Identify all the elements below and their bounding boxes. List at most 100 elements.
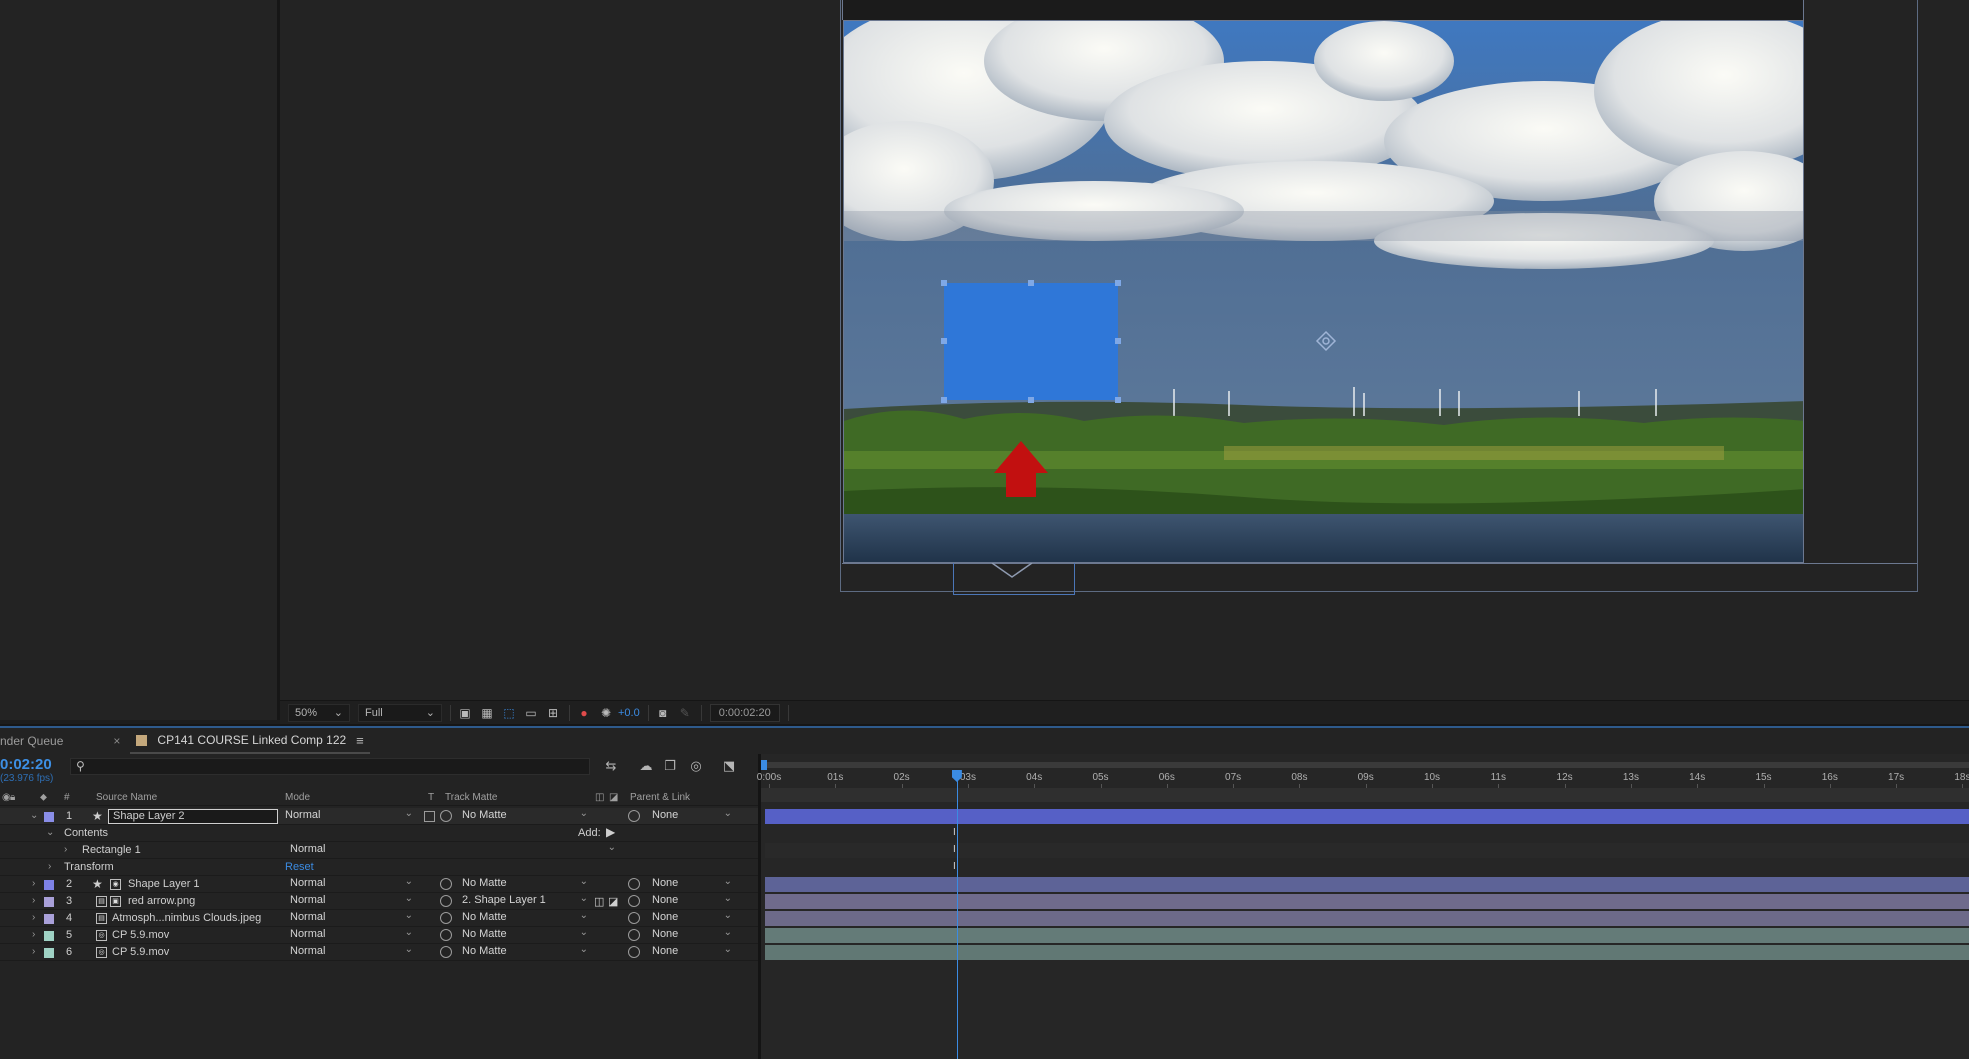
expand-chevron-icon[interactable]: ›: [32, 912, 35, 923]
parent-dropdown[interactable]: None ⌄: [652, 876, 734, 891]
column-track-matte[interactable]: Track Matte: [445, 792, 497, 803]
column-t[interactable]: T: [428, 792, 434, 803]
column-mode[interactable]: Mode: [285, 792, 310, 803]
layer-name[interactable]: Shape Layer 1: [128, 878, 200, 890]
track-matte-dropdown[interactable]: No Matte ⌄: [462, 944, 590, 959]
matte-pickwhip-icon[interactable]: [440, 810, 452, 822]
blue-rectangle-shape[interactable]: [944, 283, 1118, 400]
viewer-timecode[interactable]: 0:00:02:20: [709, 703, 780, 722]
expand-chevron-icon[interactable]: ›: [32, 929, 35, 940]
label-tag-icon[interactable]: ⬥: [40, 792, 47, 803]
tab-comp[interactable]: CP141 COURSE Linked Comp 122 ≡: [130, 728, 370, 754]
resolution-select[interactable]: Full ⌄: [358, 703, 442, 722]
track-matte-dropdown[interactable]: No Matte ⌄: [462, 910, 590, 925]
layer-bar-5[interactable]: [765, 928, 1969, 943]
grid-guides-icon[interactable]: ▭: [523, 705, 539, 721]
layer-bar-2[interactable]: [765, 877, 1969, 892]
parent-dropdown[interactable]: None ⌄: [652, 808, 734, 823]
zoom-select[interactable]: 50% ⌄: [288, 703, 350, 722]
track-matte-dropdown[interactable]: No Matte ⌄: [462, 876, 590, 891]
region-of-interest-icon[interactable]: ▣: [457, 705, 473, 721]
parent-pickwhip-icon[interactable]: [628, 895, 640, 907]
parent-pickwhip-icon[interactable]: [628, 878, 640, 890]
close-icon[interactable]: ×: [113, 734, 120, 748]
parent-dropdown[interactable]: None ⌄: [652, 910, 734, 925]
label-color[interactable]: [44, 897, 54, 907]
time-ruler[interactable]: 0:00s 01s 02s 03s 04s 05s 06s 07s 08s 09s 10s 11s 12…: [757, 768, 1969, 789]
matte-alpha-icon[interactable]: ◫: [594, 895, 604, 908]
label-color[interactable]: [44, 948, 54, 958]
rect-blend-mode-dropdown[interactable]: Normal ⌄: [290, 842, 618, 857]
expand-chevron-icon[interactable]: ›: [64, 844, 67, 855]
column-hash[interactable]: #: [64, 792, 70, 803]
mode-dropdown[interactable]: Normal ⌄: [290, 944, 415, 959]
mask-visibility-icon[interactable]: ⬚: [501, 705, 517, 721]
transparency-grid-icon[interactable]: ▦: [479, 705, 495, 721]
draft-3d-icon[interactable]: ☁: [637, 758, 655, 774]
matte-pickwhip-icon[interactable]: [440, 946, 452, 958]
layer-bar-6[interactable]: [765, 945, 1969, 960]
label-color[interactable]: [44, 880, 54, 890]
frame-blending-icon[interactable]: ◎: [687, 758, 705, 774]
layer-name-input[interactable]: Shape Layer 2: [108, 809, 278, 824]
layer-row-6[interactable]: › 6 ◎ CP 5.9.mov Normal ⌄ No Matte ⌄ None ⌄: [0, 944, 758, 961]
layer-row-1[interactable]: ⌄ 1 ★ Shape Layer 2 Normal ⌄ No Matte ⌄ No…: [0, 808, 758, 825]
time-graph[interactable]: 0:00s 01s 02s 03s 04s 05s 06s 07s 08s 09s 10s 11s 12…: [757, 754, 1969, 1059]
parent-pickwhip-icon[interactable]: [628, 929, 640, 941]
layer-name[interactable]: CP 5.9.mov: [112, 946, 169, 958]
current-time-display[interactable]: 0:02:20: [0, 756, 52, 773]
matte-pickwhip-icon[interactable]: [440, 912, 452, 924]
layer-search-input[interactable]: [70, 758, 590, 775]
snapshot-camera-icon[interactable]: ◙: [655, 705, 671, 721]
layer-name[interactable]: CP 5.9.mov: [112, 929, 169, 941]
label-color[interactable]: [44, 812, 54, 822]
layer-bar-1[interactable]: [765, 809, 1969, 824]
label-color[interactable]: [44, 914, 54, 924]
shy-layers-icon[interactable]: ❐: [661, 758, 679, 774]
mode-dropdown[interactable]: Normal ⌄: [285, 808, 415, 823]
transform-group-row[interactable]: › Transform Reset: [0, 859, 758, 876]
layer-row-2[interactable]: › 2 ★ ◉ Shape Layer 1 Normal ⌄ No Matte ⌄ …: [0, 876, 758, 893]
matte-pickwhip-icon[interactable]: [440, 895, 452, 907]
track-matte-dropdown[interactable]: 2. Shape Layer 1 ⌄: [462, 893, 590, 908]
column-parent-link[interactable]: Parent & Link: [630, 792, 690, 803]
layer-bar-4[interactable]: [765, 911, 1969, 926]
expand-chevron-icon[interactable]: ›: [48, 861, 51, 872]
graph-editor-icon[interactable]: ⬔: [720, 758, 738, 774]
color-management-icon[interactable]: ✺: [598, 705, 614, 721]
layer-bar-3[interactable]: [765, 894, 1969, 909]
column-source-name[interactable]: Source Name: [96, 792, 157, 803]
show-snapshot-icon[interactable]: ✎: [677, 705, 693, 721]
matte-invert-icon[interactable]: ◪: [608, 895, 618, 908]
exposure-value[interactable]: +0.0: [618, 707, 640, 719]
layer-row-3[interactable]: › 3 ▤ ▣ red arrow.png Normal ⌄ 2. Shape L…: [0, 893, 758, 910]
rectangle-group-row[interactable]: › Rectangle 1 Normal ⌄: [0, 842, 758, 859]
matte-pickwhip-icon[interactable]: [440, 929, 452, 941]
expand-chevron-icon[interactable]: ›: [32, 878, 35, 889]
parent-dropdown[interactable]: None ⌄: [652, 893, 734, 908]
3d-view-icon[interactable]: ⊞: [545, 705, 561, 721]
layer-row-4[interactable]: › 4 ▤ Atmosph...nimbus Clouds.jpeg Norma…: [0, 910, 758, 927]
mode-dropdown[interactable]: Normal ⌄: [290, 910, 415, 925]
preserve-transparency-checkbox[interactable]: [424, 811, 435, 822]
mode-dropdown[interactable]: Normal ⌄: [290, 876, 415, 891]
panel-menu-icon[interactable]: ≡: [356, 733, 364, 748]
reset-link[interactable]: Reset: [285, 861, 314, 873]
timeline-handle[interactable]: [953, 562, 1075, 595]
parent-dropdown[interactable]: None ⌄: [652, 927, 734, 942]
collapse-chevron-icon[interactable]: ⌄: [30, 810, 38, 821]
layer-name[interactable]: Atmosph...nimbus Clouds.jpeg: [112, 912, 261, 924]
label-color[interactable]: [44, 931, 54, 941]
comp-mini-flowchart-icon[interactable]: ⇆: [602, 758, 620, 774]
lock-icon[interactable]: 🔒︎: [10, 792, 15, 803]
contents-group-row[interactable]: ⌄ Contents Add: ▶︎: [0, 825, 758, 842]
parent-pickwhip-icon[interactable]: [628, 810, 640, 822]
add-property-icon[interactable]: ▶︎: [606, 825, 615, 839]
parent-pickwhip-icon[interactable]: [628, 946, 640, 958]
matte-pickwhip-icon[interactable]: [440, 878, 452, 890]
collapse-chevron-icon[interactable]: ⌄: [46, 827, 54, 838]
layer-row-5[interactable]: › 5 ◎ CP 5.9.mov Normal ⌄ No Matte ⌄ None ⌄: [0, 927, 758, 944]
expand-chevron-icon[interactable]: ›: [32, 946, 35, 957]
composition-frame[interactable]: [843, 20, 1804, 563]
parent-pickwhip-icon[interactable]: [628, 912, 640, 924]
